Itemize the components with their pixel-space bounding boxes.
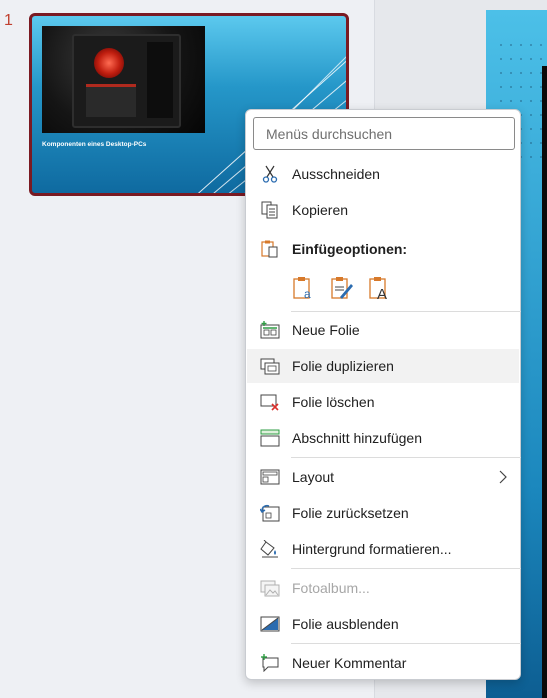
menu-item-label: Neue Folie (292, 322, 360, 338)
menu-separator (291, 568, 521, 569)
menu-item-label: Folie ausblenden (292, 616, 399, 632)
menu-item-label: Einfügeoptionen: (292, 241, 408, 257)
menu-item-label: Fotoalbum... (292, 580, 370, 596)
menu-item-cut[interactable]: Ausschneiden (247, 157, 519, 191)
new-comment-icon (260, 654, 280, 672)
paste-options-header: Einfügeoptionen: (247, 232, 519, 266)
menu-item-label: Folie löschen (292, 394, 375, 410)
menu-search-input[interactable] (253, 117, 515, 150)
menu-item-new-slide[interactable]: Neue Folie (247, 313, 519, 347)
menu-item-delete-slide[interactable]: Folie löschen (247, 385, 519, 419)
delete-slide-icon (260, 393, 280, 411)
menu-item-label: Ausschneiden (292, 166, 380, 182)
new-slide-icon (260, 321, 280, 339)
slide-canvas-photo (542, 66, 547, 698)
menu-item-new-comment[interactable]: Neuer Kommentar (247, 646, 519, 680)
svg-text:A: A (377, 286, 387, 301)
menu-item-label: Kopieren (292, 202, 349, 218)
menu-item-copy[interactable]: Kopieren (247, 193, 519, 227)
menu-item-reset-slide[interactable]: Folie zurücksetzen (247, 496, 519, 530)
paste-use-destination-theme-icon[interactable]: a (292, 275, 316, 301)
menu-item-label: Abschnitt hinzufügen (292, 430, 422, 446)
chevron-right-icon (497, 469, 509, 485)
menu-separator (291, 311, 521, 312)
menu-item-label: Folie duplizieren (292, 358, 394, 374)
format-background-icon (260, 540, 280, 558)
slide-number: 1 (4, 12, 13, 29)
paste-keep-source-formatting-icon[interactable] (330, 275, 354, 301)
layout-icon (260, 468, 280, 486)
scissors-icon (260, 165, 280, 183)
menu-item-label: Folie zurücksetzen (292, 505, 409, 521)
menu-item-add-section[interactable]: Abschnitt hinzufügen (247, 421, 519, 455)
menu-item-hide-slide[interactable]: Folie ausblenden (247, 607, 519, 641)
menu-separator (291, 643, 521, 644)
context-menu: Ausschneiden Kopieren Einfügeoptionen: (245, 109, 521, 680)
add-section-icon (260, 429, 280, 447)
menu-item-format-background[interactable]: Hintergrund formatieren... (247, 532, 519, 566)
menu-item-label: Layout (292, 469, 335, 485)
menu-item-label: Hintergrund formatieren... (292, 541, 452, 557)
menu-separator (291, 457, 521, 458)
menu-item-duplicate-slide[interactable]: Folie duplizieren (247, 349, 519, 383)
clipboard-icon (260, 240, 280, 258)
duplicate-slide-icon (260, 357, 280, 375)
menu-item-label: Neuer Kommentar (292, 655, 407, 671)
reset-slide-icon (260, 504, 280, 522)
svg-text:a: a (304, 287, 311, 301)
menu-item-layout[interactable]: Layout (247, 460, 519, 494)
photo-album-icon (260, 579, 280, 597)
paste-options-row: a A (292, 275, 412, 303)
copy-icon (260, 201, 280, 219)
menu-item-photo-album: Fotoalbum... (247, 571, 519, 605)
paste-keep-text-only-icon[interactable]: A (368, 275, 392, 301)
hide-slide-icon (260, 615, 280, 633)
